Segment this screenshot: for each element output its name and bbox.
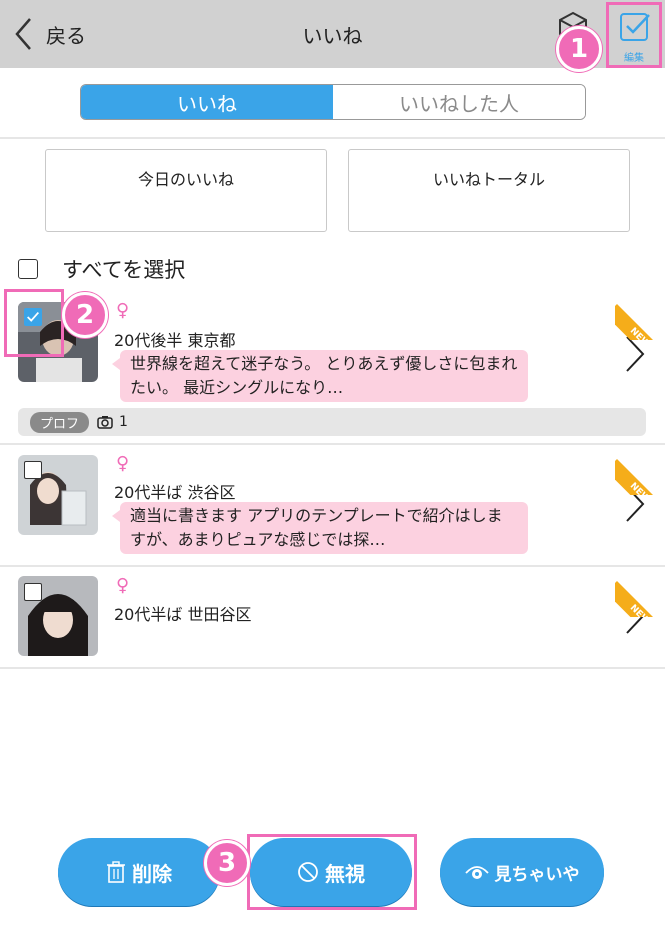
select-all-label: すべてを選択 [62, 258, 186, 282]
new-badge: NEW [615, 304, 665, 340]
delete-label: 削除 [132, 861, 172, 886]
divider [0, 137, 665, 139]
delete-button[interactable]: 削除 [58, 838, 220, 906]
message-bubble: 適当に書きます アプリのテンプレートで紹介はしますが、あまりピュアな感じでは探… [112, 502, 528, 554]
total-likes-label: いいねトータル [432, 170, 545, 189]
list-item[interactable]: ♀ 20代半ば 世田谷区 NEW [0, 567, 665, 667]
eye-icon [464, 866, 489, 879]
edit-label: 編集 [624, 53, 644, 64]
checkbox-edit-icon [620, 13, 650, 41]
highlight-ignore [247, 834, 417, 910]
today-likes-label: 今日のいいね [137, 170, 234, 189]
divider [0, 667, 665, 669]
gender-female-icon: ♀ [116, 300, 130, 321]
camera-icon [97, 416, 113, 429]
new-ribbon: NEW [615, 290, 665, 340]
profile-badge: プロフ [30, 411, 90, 433]
user-meta: 20代後半 東京都 [114, 331, 236, 350]
total-likes-card[interactable]: いいねトータル [348, 149, 630, 232]
select-all[interactable]: すべてを選択 [18, 254, 185, 284]
new-badge: NEW [615, 581, 665, 617]
user-meta: 20代半ば 世田谷区 [114, 605, 252, 624]
chevron-right-icon[interactable] [624, 335, 646, 373]
photo-count: 1 [119, 414, 128, 430]
tab-liked-people[interactable]: いいねした人 [333, 85, 585, 119]
segmented-tabs: いいね いいねした人 [80, 84, 586, 120]
select-all-checkbox[interactable] [18, 259, 38, 279]
gender-female-icon: ♀ [116, 575, 130, 596]
new-ribbon: NEW [615, 567, 665, 617]
row-checkbox[interactable] [24, 583, 42, 601]
dont-look-button[interactable]: 見ちゃいや [440, 838, 604, 906]
dont-look-label: 見ちゃいや [494, 864, 580, 885]
profile-bar: プロフ 1 [18, 408, 646, 436]
user-meta: 20代半ば 渋谷区 [114, 483, 236, 502]
list-item[interactable]: ♀ 20代半ば 渋谷区 適当に書きます アプリのテンプレートで紹介はしますが、あ… [0, 445, 665, 563]
edit-button[interactable]: 編集 [606, 2, 662, 68]
step-badge-3: 3 [204, 840, 250, 886]
step-badge-2: 2 [62, 292, 108, 338]
message-bubble: 世界線を超えて迷子なう。 とりあえず優しさに包まれたい。 最近シングルになり… [112, 350, 528, 402]
trash-icon [107, 861, 125, 883]
today-likes-card[interactable]: 今日のいいね [45, 149, 327, 232]
row-checkbox[interactable] [24, 461, 42, 479]
new-badge: NEW [615, 459, 665, 495]
step-badge-1: 1 [556, 26, 602, 72]
highlight-checkbox [4, 289, 64, 357]
new-ribbon: NEW [615, 445, 665, 495]
tab-likes[interactable]: いいね [81, 85, 333, 119]
gender-female-icon: ♀ [116, 453, 130, 474]
